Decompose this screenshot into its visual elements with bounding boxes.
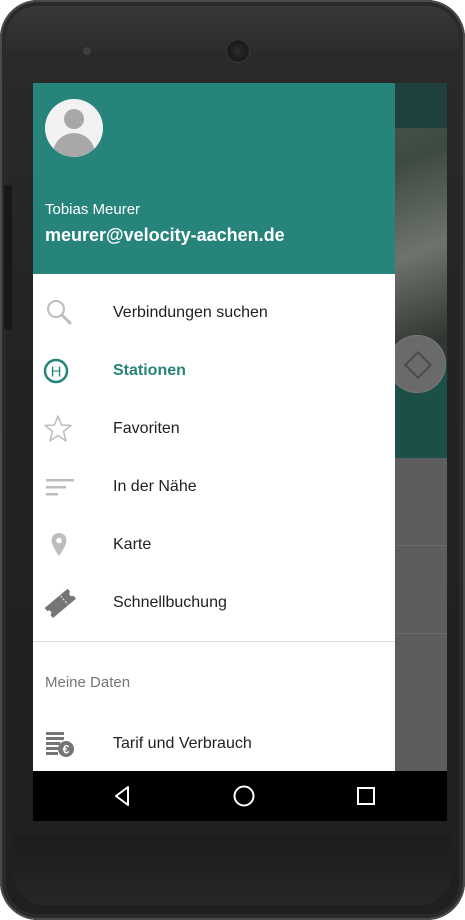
avatar[interactable] — [45, 99, 103, 157]
user-email: meurer@velocity-aachen.de — [45, 225, 285, 245]
menu-item-label: Stationen — [113, 362, 186, 379]
search-icon — [43, 297, 77, 329]
menu-item-label: Verbindungen suchen — [113, 304, 268, 321]
menu-item-karte[interactable]: Karte — [33, 516, 395, 574]
recents-icon[interactable] — [351, 781, 381, 811]
menu-item-label: In der Nähe — [113, 478, 197, 495]
euro-coins-icon: € — [43, 728, 77, 760]
menu-item-label: Schnellbuchung — [113, 594, 227, 611]
svg-text:€: € — [63, 743, 70, 757]
menu-divider — [33, 641, 395, 642]
earpiece-speaker — [227, 40, 249, 62]
sort-lines-icon — [43, 471, 77, 503]
system-navigation-bar — [33, 771, 447, 821]
drawer-header: Tobias Meurer meurer@velocity-aachen.de — [33, 83, 395, 274]
phone-chin — [14, 835, 451, 905]
menu-item-tarif-und-verbrauch[interactable]: € Tarif und Verbrauch — [33, 715, 395, 773]
phone-frame: Tobias Meurer meurer@velocity-aachen.de … — [0, 0, 465, 920]
ticket-icon — [43, 587, 77, 619]
menu-item-in-der-naehe[interactable]: In der Nähe — [33, 458, 395, 516]
navigation-drawer: Tobias Meurer meurer@velocity-aachen.de … — [33, 83, 395, 771]
menu-item-stationen[interactable]: H Stationen — [33, 342, 395, 400]
phone-side-button — [4, 185, 12, 330]
menu-item-schnellbuchung[interactable]: Schnellbuchung — [33, 574, 395, 632]
map-pin-icon — [43, 529, 77, 561]
section-title: Meine Daten — [45, 674, 131, 691]
background-directions-button — [388, 335, 446, 393]
back-icon[interactable] — [108, 781, 138, 811]
star-icon — [43, 413, 77, 445]
station-h-icon: H — [43, 355, 77, 387]
front-camera — [83, 47, 91, 55]
screen: Tobias Meurer meurer@velocity-aachen.de … — [33, 83, 447, 821]
menu-item-favoriten[interactable]: Favoriten — [33, 400, 395, 458]
user-name: Tobias Meurer — [45, 201, 141, 218]
menu-item-label: Tarif und Verbrauch — [113, 735, 252, 752]
menu-item-verbindungen-suchen[interactable]: Verbindungen suchen — [33, 284, 395, 342]
home-icon[interactable] — [229, 781, 259, 811]
menu-item-label: Favoriten — [113, 420, 180, 437]
menu-item-label: Karte — [113, 536, 152, 553]
svg-text:H: H — [51, 364, 62, 381]
